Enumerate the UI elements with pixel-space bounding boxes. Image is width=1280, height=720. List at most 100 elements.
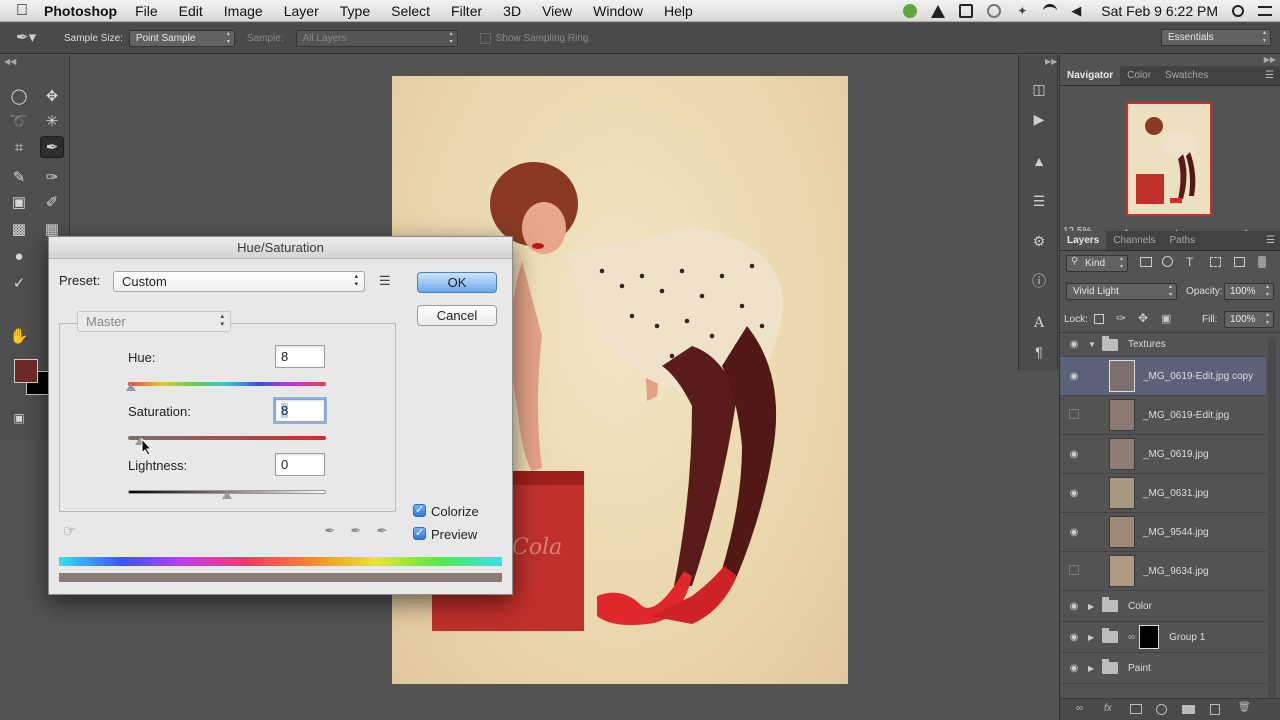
layer-row[interactable]: ◉ _MG_0619.jpg bbox=[1060, 435, 1266, 474]
group-row-group-1[interactable]: ◉ ▶ ∞ Group 1 bbox=[1060, 622, 1266, 653]
delete-layer-icon[interactable]: 🗑 bbox=[1238, 702, 1251, 713]
menu-layer[interactable]: Layer bbox=[284, 3, 319, 19]
add-to-sample-eyedropper-icon[interactable]: ✒ bbox=[348, 523, 364, 539]
panels-collapse-icon[interactable]: ▶▶ bbox=[1264, 55, 1276, 64]
cancel-button[interactable]: Cancel bbox=[417, 305, 497, 326]
google-drive-icon[interactable] bbox=[931, 4, 946, 18]
lock-pixels-icon[interactable]: ✑ bbox=[1116, 311, 1126, 325]
magic-wand-tool-icon[interactable]: ✳ bbox=[40, 110, 64, 132]
app-status-icon[interactable] bbox=[959, 4, 974, 18]
visibility-toggle-empty[interactable] bbox=[1060, 408, 1088, 422]
group-row-color[interactable]: ◉ ▶ Color bbox=[1060, 591, 1266, 622]
menu-view[interactable]: View bbox=[542, 3, 572, 19]
filter-pixel-icon[interactable] bbox=[1140, 257, 1152, 267]
tab-layers[interactable]: Layers bbox=[1060, 231, 1107, 250]
spotlight-search-icon[interactable] bbox=[1232, 5, 1244, 17]
lock-transparency-icon[interactable] bbox=[1094, 314, 1104, 324]
tools-collapse-icon[interactable]: ◀◀ bbox=[4, 57, 16, 66]
eyedropper-tool-icon[interactable]: ✒ bbox=[40, 136, 64, 158]
colorize-checkbox[interactable]: ✓ bbox=[413, 504, 426, 517]
layer-row[interactable]: ◉ _MG_0631.jpg bbox=[1060, 474, 1266, 513]
actions-panel-icon[interactable]: ▶ bbox=[1029, 109, 1049, 129]
layer-row[interactable]: _MG_0619-Edit.jpg bbox=[1060, 396, 1266, 435]
adjustments-panel-icon[interactable]: ☰ bbox=[1029, 191, 1049, 211]
layer-style-icon[interactable]: fx bbox=[1104, 703, 1112, 714]
preset-options-icon[interactable]: ☰ bbox=[379, 273, 391, 289]
volume-icon[interactable]: ◀ bbox=[1071, 4, 1085, 18]
visibility-toggle-empty[interactable] bbox=[1060, 564, 1088, 578]
navigator-panel-menu-icon[interactable]: ☰ bbox=[1265, 70, 1274, 81]
expand-triangle-icon[interactable]: ▶ bbox=[1088, 633, 1098, 642]
menu-filter[interactable]: Filter bbox=[451, 3, 482, 19]
preview-checkbox[interactable]: ✓ bbox=[413, 527, 426, 540]
eyedropper-icon[interactable]: ✒ bbox=[322, 523, 338, 539]
eyedropper-tool-preset-icon[interactable]: ✒▾ bbox=[16, 26, 50, 50]
visibility-eye-icon[interactable]: ◉ bbox=[1060, 632, 1088, 643]
tab-swatches[interactable]: Swatches bbox=[1158, 66, 1215, 85]
channel-dropdown[interactable]: Master bbox=[77, 311, 231, 332]
properties-panel-icon[interactable]: ⚙ bbox=[1029, 231, 1049, 251]
new-adjustment-layer-icon[interactable] bbox=[1156, 704, 1167, 715]
history-brush-tool-icon[interactable]: ✐ bbox=[40, 191, 64, 213]
layer-row[interactable]: _MG_9634.jpg bbox=[1060, 552, 1266, 591]
info-panel-icon[interactable]: ⓘ bbox=[1029, 271, 1049, 291]
time-machine-icon[interactable] bbox=[987, 4, 1002, 18]
filter-toggle-icon[interactable] bbox=[1258, 256, 1266, 268]
expand-triangle-icon[interactable]: ▶ bbox=[1088, 664, 1098, 673]
history-panel-icon[interactable]: ◫ bbox=[1029, 79, 1049, 99]
group-row-paint[interactable]: ◉ ▶ Paint bbox=[1060, 653, 1266, 684]
pen-tool-icon[interactable]: ✓ bbox=[7, 272, 31, 294]
layer-row[interactable]: ◉ _MG_0619-Edit.jpg copy bbox=[1060, 357, 1266, 396]
filter-shape-icon[interactable] bbox=[1210, 257, 1221, 267]
lasso-tool-icon[interactable]: ➰ bbox=[7, 110, 31, 132]
eraser-tool-icon[interactable]: ▩ bbox=[7, 218, 31, 240]
menu-help[interactable]: Help bbox=[664, 3, 693, 19]
menu-3d[interactable]: 3D bbox=[503, 3, 521, 19]
menu-edit[interactable]: Edit bbox=[179, 3, 203, 19]
bluetooth-icon[interactable]: ✦ bbox=[1015, 4, 1029, 18]
wifi-icon[interactable] bbox=[1043, 4, 1058, 18]
menu-window[interactable]: Window bbox=[593, 3, 643, 19]
fill-field[interactable]: 100% bbox=[1224, 311, 1274, 328]
lightness-slider-thumb[interactable] bbox=[222, 491, 232, 499]
visibility-eye-icon[interactable]: ◉ bbox=[1060, 371, 1088, 382]
hue-slider-thumb[interactable] bbox=[126, 383, 136, 391]
dock-collapse-icon[interactable]: ▶▶ bbox=[1045, 57, 1057, 66]
saturation-slider[interactable] bbox=[128, 436, 326, 440]
visibility-eye-icon[interactable]: ◉ bbox=[1060, 601, 1088, 612]
expand-triangle-icon[interactable]: ▼ bbox=[1088, 340, 1098, 349]
saturation-field[interactable]: 8 bbox=[273, 397, 327, 424]
quick-mask-icon[interactable]: ▣ bbox=[7, 407, 31, 429]
tab-paths[interactable]: Paths bbox=[1163, 231, 1203, 250]
paragraph-panel-icon[interactable]: ¶ bbox=[1029, 342, 1049, 362]
layers-scrollbar[interactable] bbox=[1268, 339, 1276, 704]
hand-tool-icon[interactable]: ✋ bbox=[7, 325, 31, 347]
visibility-eye-icon[interactable]: ◉ bbox=[1060, 339, 1088, 350]
opacity-field[interactable]: 100% bbox=[1224, 283, 1274, 300]
foreground-color-swatch[interactable] bbox=[14, 359, 38, 383]
workspace-dropdown[interactable]: Essentials bbox=[1161, 29, 1271, 46]
evernote-icon[interactable] bbox=[903, 4, 918, 18]
filter-smart-object-icon[interactable] bbox=[1234, 257, 1245, 267]
histogram-panel-icon[interactable]: ▲ bbox=[1029, 151, 1049, 171]
dialog-title[interactable]: Hue/Saturation bbox=[49, 237, 512, 259]
preset-dropdown[interactable]: Custom bbox=[113, 271, 365, 292]
new-group-icon[interactable] bbox=[1182, 705, 1195, 714]
lightness-field[interactable]: 0 bbox=[275, 453, 325, 476]
layer-row[interactable]: ◉ _MG_9544.jpg bbox=[1060, 513, 1266, 552]
healing-brush-tool-icon[interactable]: ✎ bbox=[7, 166, 31, 188]
menu-select[interactable]: Select bbox=[391, 3, 430, 19]
visibility-eye-icon[interactable]: ◉ bbox=[1060, 527, 1088, 538]
ok-button[interactable]: OK bbox=[417, 272, 497, 293]
link-layers-icon[interactable]: ∞ bbox=[1076, 703, 1083, 714]
menu-file[interactable]: File bbox=[135, 3, 158, 19]
dodge-tool-icon[interactable]: ● bbox=[7, 245, 31, 267]
visibility-eye-icon[interactable]: ◉ bbox=[1060, 488, 1088, 499]
filter-adjustment-icon[interactable] bbox=[1162, 256, 1173, 267]
sample-size-dropdown[interactable]: Point Sample bbox=[128, 29, 235, 47]
navigator-preview[interactable] bbox=[1126, 102, 1212, 216]
clone-stamp-tool-icon[interactable]: ▣ bbox=[7, 191, 31, 213]
notification-center-icon[interactable] bbox=[1258, 6, 1272, 16]
subtract-from-sample-eyedropper-icon[interactable]: ✒ bbox=[374, 523, 390, 539]
visibility-eye-icon[interactable]: ◉ bbox=[1060, 449, 1088, 460]
